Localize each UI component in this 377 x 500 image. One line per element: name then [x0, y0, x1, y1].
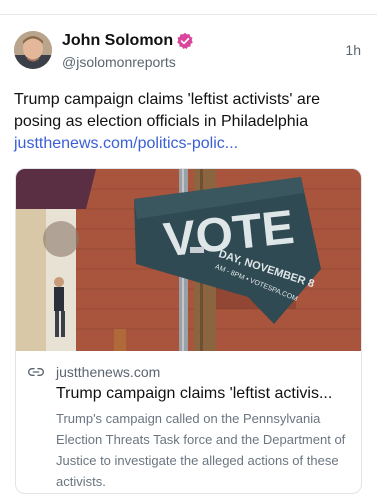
card-description: Trump's campaign called on the Pennsylva…: [56, 411, 346, 489]
avatar-image: [14, 31, 52, 69]
post[interactable]: John Solomon @jsolomonreports 1h Trump c…: [0, 15, 377, 500]
post-text: Trump campaign claims 'leftist activists…: [14, 91, 321, 130]
link-icon: [28, 367, 44, 376]
card-title[interactable]: Trump campaign claims 'leftist activis..…: [56, 384, 349, 404]
author-name[interactable]: John Solomon: [62, 31, 173, 51]
avatar[interactable]: [14, 31, 52, 69]
post-timestamp[interactable]: 1h: [345, 42, 361, 58]
post-link[interactable]: justthenews.com/politics-polic...: [14, 133, 364, 155]
link-preview-card[interactable]: VOTE DAY, NOVEMBER 8 AM - 8PM • VOTESPA.…: [15, 168, 362, 494]
post-body: Trump campaign claims 'leftist activists…: [14, 89, 364, 155]
card-domain: justthenews.com: [56, 364, 161, 380]
author-handle[interactable]: @jsolomonreports: [62, 53, 176, 71]
verified-badge-icon: [177, 32, 193, 49]
card-image[interactable]: VOTE DAY, NOVEMBER 8 AM - 8PM • VOTESPA.…: [16, 169, 362, 351]
post-header: John Solomon @jsolomonreports 1h: [14, 31, 363, 75]
card-meta: justthenews.com Trump campaign claims 'l…: [28, 363, 349, 492]
